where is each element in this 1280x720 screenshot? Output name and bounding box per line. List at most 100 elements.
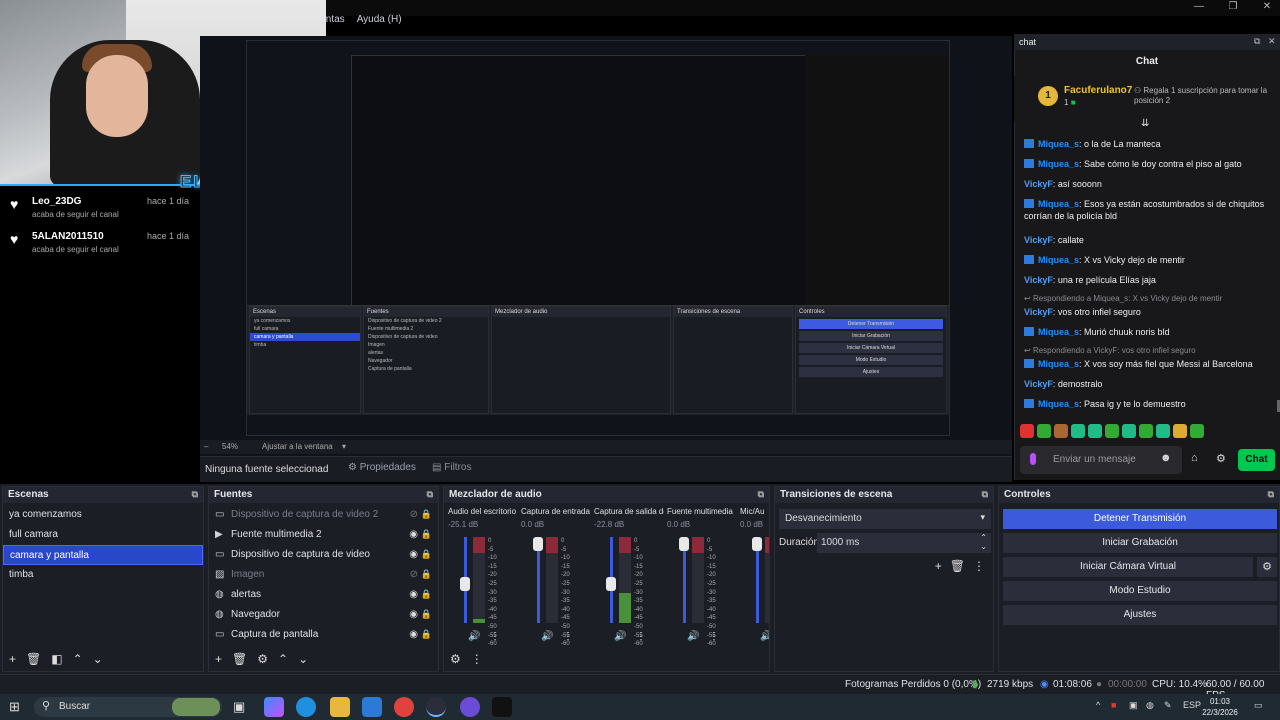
scene-item[interactable]: camara y pantalla <box>3 545 203 565</box>
copilot-icon[interactable] <box>264 697 284 717</box>
pinned-user[interactable]: Facuferulano7 <box>1064 85 1132 96</box>
eye-icon[interactable]: ◉ <box>409 629 418 640</box>
chat-username[interactable]: VickyF <box>1024 235 1053 245</box>
eye-icon[interactable]: ◉ <box>409 549 418 560</box>
emote-icon[interactable] <box>1037 424 1051 438</box>
settings-button[interactable]: Ajustes <box>1003 605 1277 625</box>
float-icon[interactable]: ⧉ <box>1254 36 1260 47</box>
emote-icon[interactable] <box>1156 424 1170 438</box>
eye-icon[interactable]: ◉ <box>409 609 418 620</box>
filters-button[interactable]: ▤ Filtros <box>432 462 471 473</box>
chat-send-button[interactable]: Chat <box>1238 449 1275 471</box>
studio-mode-button[interactable]: Modo Estudio <box>1003 581 1277 601</box>
stop-stream-button[interactable]: Detener Transmisión <box>1003 509 1277 529</box>
notification-icon[interactable]: ▭ <box>1254 700 1263 711</box>
chat-username[interactable]: Miquea_s <box>1038 255 1079 265</box>
trash-icon[interactable]: 🗑 <box>950 559 965 573</box>
chat-username[interactable]: VickyF <box>1024 179 1053 189</box>
advanced-audio-icon[interactable]: ⚙ <box>450 652 461 668</box>
emote-icon[interactable] <box>1071 424 1085 438</box>
emoji-icon[interactable]: ☻ <box>1160 452 1172 464</box>
emote-icon[interactable] <box>1054 424 1068 438</box>
obs-icon[interactable] <box>426 697 446 717</box>
more-icon[interactable]: ⋮ <box>709 631 719 642</box>
pen-icon[interactable]: ✎ <box>1164 700 1172 711</box>
lock-icon[interactable]: 🔒 <box>421 569 432 580</box>
eye-icon[interactable]: ◉ <box>409 529 418 540</box>
down-icon[interactable]: ⌄ <box>298 652 308 668</box>
zoom-out-icon[interactable]: – <box>204 442 208 451</box>
tray-chevron-icon[interactable]: ^ <box>1096 700 1100 710</box>
filter-icon[interactable]: ◧ <box>51 652 62 668</box>
add-icon[interactable]: + <box>215 652 222 668</box>
lock-icon[interactable]: 🔒 <box>421 629 432 640</box>
properties-button[interactable]: ⚙ Propiedades <box>348 462 416 473</box>
float-icon[interactable]: ⧉ <box>1268 489 1274 500</box>
chat-username[interactable]: VickyF <box>1024 379 1053 389</box>
volume-knob[interactable] <box>752 537 762 551</box>
lock-icon[interactable]: 🔒 <box>421 549 432 560</box>
float-icon[interactable]: ⧉ <box>427 489 433 500</box>
duration-input[interactable]: 1000 ms ⌃ ⌄ <box>817 533 991 553</box>
edge-icon[interactable] <box>296 697 316 717</box>
restore-icon[interactable]: ❐ <box>1216 0 1250 14</box>
lock-icon[interactable]: 🔒 <box>421 529 432 540</box>
transition-select[interactable]: Desvanecimiento ▾ <box>779 509 991 529</box>
emote-bar[interactable] <box>1020 424 1204 438</box>
start-recording-button[interactable]: Iniciar Grabación <box>1003 533 1277 553</box>
tray-app-icon[interactable]: ■ <box>1111 700 1116 710</box>
store-icon[interactable]: ⌂ <box>1191 452 1198 464</box>
more-icon[interactable]: ⋮ <box>490 631 500 642</box>
tray-app-icon[interactable]: ◍ <box>1146 700 1154 711</box>
scene-item[interactable]: full camara <box>3 525 203 545</box>
lock-icon[interactable]: 🔒 <box>421 609 432 620</box>
close-icon[interactable]: ✕ <box>1268 36 1276 47</box>
source-item[interactable]: ◍ alertas ◉ 🔒 <box>209 585 438 605</box>
add-icon[interactable]: + <box>935 559 942 573</box>
tray-app-icon[interactable]: ▣ <box>1129 700 1138 711</box>
lock-icon[interactable]: 🔒 <box>421 589 432 600</box>
file-explorer-icon[interactable] <box>330 697 350 717</box>
virtual-camera-button[interactable]: Iniciar Cámara Virtual <box>1003 557 1253 577</box>
speaker-icon[interactable]: 🔊 <box>468 631 480 642</box>
trash-icon[interactable]: 🗑 <box>232 652 247 668</box>
chat-username[interactable]: Miquea_s <box>1038 199 1079 209</box>
chevron-down-icon[interactable]: ▾ <box>342 442 346 451</box>
chat-input[interactable]: Enviar un mensaje ☻ <box>1020 446 1182 474</box>
speaker-icon[interactable]: 🔊 <box>541 631 553 642</box>
more-icon[interactable]: ⋮ <box>471 652 483 668</box>
source-item[interactable]: ▶ Fuente multimedia 2 ◉ 🔒 <box>209 525 438 545</box>
close-icon[interactable]: ✕ <box>1250 0 1280 14</box>
tiktok-icon[interactable] <box>492 697 512 717</box>
volume-knob[interactable] <box>679 537 689 551</box>
float-icon[interactable]: ⧉ <box>982 489 988 500</box>
volume-knob[interactable] <box>460 576 470 591</box>
gear-icon[interactable]: ⚙ <box>257 652 268 668</box>
emote-icon[interactable] <box>1139 424 1153 438</box>
source-item[interactable]: ▭ Dispositivo de captura de video ◉ 🔒 <box>209 545 438 565</box>
more-icon[interactable]: ⋮ <box>563 631 573 642</box>
gear-icon[interactable]: ⚙ <box>1216 452 1226 465</box>
float-icon[interactable]: ⧉ <box>192 489 198 500</box>
volume-knob[interactable] <box>533 537 543 551</box>
chat-username[interactable]: Miquea_s <box>1038 359 1079 369</box>
chat-username[interactable]: Miquea_s <box>1038 139 1079 149</box>
windows-start-icon[interactable]: ⊞ <box>9 699 20 715</box>
expand-icon[interactable]: ⇊ <box>1141 118 1149 129</box>
speaker-icon[interactable]: 🔊 <box>687 631 699 642</box>
spinner-icon[interactable]: ⌃ ⌄ <box>980 533 987 551</box>
chat-username[interactable]: VickyF <box>1024 275 1053 285</box>
speaker-icon[interactable]: 🔊 <box>614 631 626 642</box>
chrome-icon[interactable] <box>394 697 414 717</box>
app-icon[interactable] <box>460 697 480 717</box>
minimize-icon[interactable]: — <box>1182 0 1216 14</box>
emote-icon[interactable] <box>1105 424 1119 438</box>
more-icon[interactable]: ⋮ <box>973 559 985 573</box>
trash-icon[interactable]: 🗑 <box>26 652 41 668</box>
emote-icon[interactable] <box>1088 424 1102 438</box>
eye-off-icon[interactable]: ⊘ <box>410 569 418 580</box>
scene-item[interactable]: ya comenzamos <box>3 505 203 525</box>
mic-icon[interactable] <box>1030 453 1036 465</box>
scene-item[interactable]: timba <box>3 565 203 585</box>
source-item[interactable]: ▭ Captura de pantalla ◉ 🔒 <box>209 625 438 645</box>
